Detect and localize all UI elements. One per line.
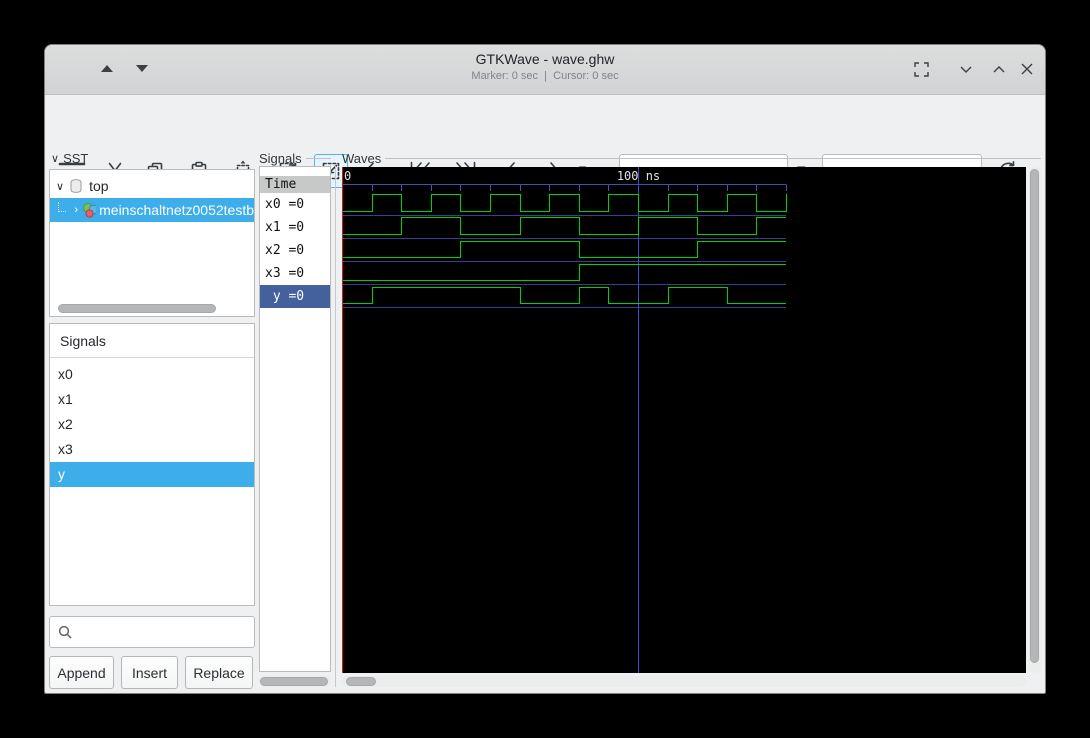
- signal-row-x2[interactable]: x2 =0: [260, 239, 330, 262]
- signal-list-panel: Signals x0 x1 x2 x3 y: [49, 323, 255, 606]
- wave-vertical-scrollbar[interactable]: [1030, 169, 1039, 663]
- list-item-x0[interactable]: x0: [50, 362, 254, 387]
- signal-search[interactable]: [49, 616, 255, 648]
- timeline-zero-label: 0: [344, 169, 351, 183]
- toolbar: From: To:: [45, 95, 1045, 190]
- wave-canvas[interactable]: 0 100 ns: [342, 167, 1026, 673]
- chevron-down-icon: [960, 66, 972, 73]
- waves-header: Waves: [342, 151, 1041, 166]
- panel-splitter[interactable]: [335, 166, 336, 687]
- close-icon: [1021, 63, 1033, 75]
- insert-button[interactable]: Insert: [121, 656, 178, 689]
- sst-expander-icon[interactable]: ∨: [51, 152, 59, 165]
- time-header: Time: [260, 176, 330, 193]
- tree-branch-line: [58, 202, 67, 212]
- sst-horizontal-scrollbar[interactable]: [58, 304, 216, 313]
- tree-item-top[interactable]: ∨ top: [50, 174, 254, 198]
- wave-horizontal-scrollbar[interactable]: [346, 677, 376, 686]
- maximize-button[interactable]: [988, 58, 1010, 80]
- waveform-svg: 0 100 ns: [342, 167, 787, 673]
- sst-header: ∨ SST: [51, 151, 89, 166]
- cursor-status: Cursor: 0 sec: [553, 70, 619, 82]
- wave-trace-x3[interactable]: [342, 264, 786, 281]
- fullscreen-button[interactable]: [910, 58, 932, 80]
- window-subtitle: Marker: 0 sec | Cursor: 0 sec: [45, 70, 1045, 82]
- wave-hscroll-track: [342, 676, 1026, 687]
- wave-vscroll-track: [1029, 167, 1041, 673]
- close-button[interactable]: [1016, 58, 1038, 80]
- search-icon: [58, 625, 72, 639]
- signal-row-y[interactable]: y =0: [260, 285, 330, 308]
- signal-values-panel: Time x0 =0 x1 =0 x2 =0 x3 =0 y =0: [259, 166, 331, 672]
- titlebar[interactable]: GTKWave - wave.ghw Marker: 0 sec | Curso…: [45, 45, 1045, 95]
- list-item-x3[interactable]: x3: [50, 437, 254, 462]
- database-icon: [70, 179, 82, 193]
- append-button[interactable]: Append: [49, 656, 114, 689]
- signals-panel-header: Signals: [259, 151, 331, 166]
- window-title: GTKWave - wave.ghw: [475, 51, 615, 67]
- wave-trace-x2[interactable]: [342, 241, 786, 258]
- tree-item-testbench[interactable]: › meinschaltnetz0052testb: [50, 198, 254, 222]
- wave-trace-y[interactable]: [342, 287, 786, 304]
- list-item-x1[interactable]: x1: [50, 387, 254, 412]
- expander-right-icon[interactable]: ›: [74, 204, 78, 216]
- minimize-button[interactable]: [955, 58, 977, 80]
- signal-list-header: Signals: [50, 324, 254, 358]
- signal-row-x1[interactable]: x1 =0: [260, 216, 330, 239]
- signal-values-scroll-track: [259, 676, 331, 687]
- signal-row-x0[interactable]: x0 =0: [260, 193, 330, 216]
- replace-button[interactable]: Replace: [185, 656, 253, 689]
- wave-trace-x1[interactable]: [342, 217, 786, 235]
- expander-down-icon[interactable]: ∨: [56, 180, 64, 193]
- module-icon: [83, 203, 97, 218]
- fullscreen-icon: [914, 62, 929, 77]
- list-item-x2[interactable]: x2: [50, 412, 254, 437]
- marker-status: Marker: 0 sec: [471, 70, 539, 82]
- signal-values-horizontal-scrollbar[interactable]: [260, 677, 328, 686]
- list-item-y[interactable]: y: [50, 462, 254, 487]
- titlebar-text: GTKWave - wave.ghw Marker: 0 sec | Curso…: [45, 51, 1045, 82]
- chevron-up-icon: [993, 66, 1005, 73]
- gtkwave-window: GTKWave - wave.ghw Marker: 0 sec | Curso…: [44, 44, 1046, 694]
- subtitle-separator: |: [544, 70, 548, 82]
- signal-row-x3[interactable]: x3 =0: [260, 262, 330, 285]
- sst-tree-panel: ∨ top › meinschaltnetz0052testb: [49, 169, 255, 317]
- wave-trace-x0[interactable]: [342, 194, 787, 212]
- search-input[interactable]: [74, 617, 254, 647]
